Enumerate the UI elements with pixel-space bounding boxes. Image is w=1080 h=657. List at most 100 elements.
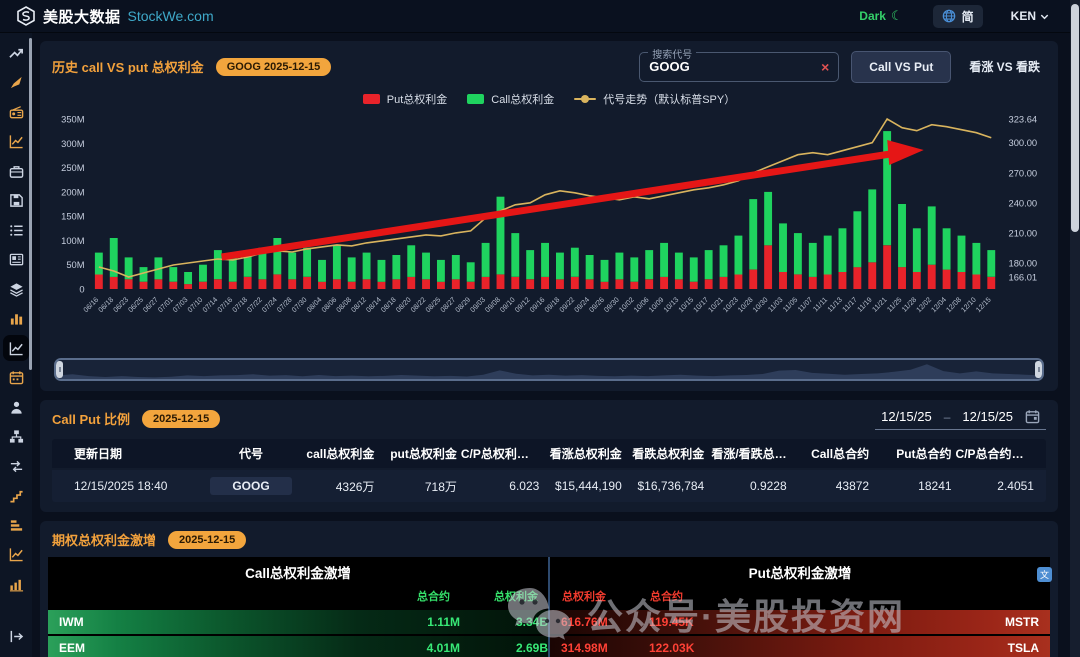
sidebar-item-sitemap[interactable] bbox=[3, 424, 29, 450]
ratio-table-row[interactable]: 12/15/2025 18:40 GOOG 4326万 718万 6.023 $15,44… bbox=[52, 470, 1046, 502]
sitemap-icon bbox=[9, 430, 23, 443]
surge-panel-title: 期权总权利金激增 bbox=[52, 533, 157, 548]
sidebar-item-bar-chart[interactable] bbox=[3, 306, 29, 332]
legend-item[interactable]: 代号走势（默认标普SPY） bbox=[574, 91, 735, 107]
svg-text:07/03: 07/03 bbox=[171, 296, 189, 314]
data-cell: 6.023 bbox=[509, 479, 540, 493]
stairs-icon bbox=[9, 490, 23, 503]
svg-text:12/08: 12/08 bbox=[945, 296, 963, 314]
put-surge-title: Put总权利金激增 bbox=[550, 557, 1050, 585]
svg-text:07/28: 07/28 bbox=[275, 296, 293, 314]
call-vs-put-button[interactable]: Call VS Put bbox=[851, 50, 952, 83]
svg-text:08/29: 08/29 bbox=[454, 296, 472, 314]
put-surge-row[interactable]: 616.76M 119.45K MSTR bbox=[550, 610, 1050, 634]
date-from-field[interactable]: 12/15/25 bbox=[881, 409, 932, 424]
svg-text:11/25: 11/25 bbox=[886, 296, 904, 314]
svg-text:11/17: 11/17 bbox=[841, 296, 859, 314]
svg-text:06/16: 06/16 bbox=[82, 296, 100, 314]
main-content: 历史 call VS put 总权利金 GOOG 2025-12-15 搜索代号… bbox=[32, 33, 1080, 657]
sidebar-item-save[interactable] bbox=[3, 188, 29, 214]
svg-text:11/05: 11/05 bbox=[782, 296, 800, 314]
chevron-down-icon bbox=[1040, 14, 1049, 19]
svg-text:180.00: 180.00 bbox=[1009, 257, 1038, 268]
svg-text:09/30: 09/30 bbox=[603, 296, 621, 314]
call-put-premium-chart[interactable]: 350M 300M 250M 200M 150M 100M 50M 0 323.64 300.00… bbox=[52, 107, 1046, 355]
user-menu[interactable]: KEN bbox=[1011, 9, 1050, 23]
call-surge-columns: 总合约 总权利金 bbox=[48, 585, 548, 608]
sidebar-collapse-button[interactable] bbox=[3, 624, 29, 650]
sidebar-item-stairs[interactable] bbox=[3, 483, 29, 509]
language-switcher[interactable]: 简 bbox=[932, 4, 983, 28]
call-column-header: 总权利金 bbox=[494, 591, 538, 603]
legend-item[interactable]: Put总权利金 bbox=[362, 91, 447, 107]
legend-item[interactable]: Call总权利金 bbox=[467, 91, 554, 107]
surge-date-badge: 2025-12-15 bbox=[168, 530, 247, 549]
total-contracts: 1.11M bbox=[427, 615, 460, 629]
column-header: put总权利金 bbox=[390, 447, 457, 461]
put-surge-row[interactable]: 314.98M 122.03K TSLA bbox=[550, 636, 1050, 657]
page-scrollbar[interactable] bbox=[1070, 0, 1080, 657]
svg-text:09/10: 09/10 bbox=[499, 296, 517, 314]
date-range-picker[interactable]: 12/15/25 – 12/15/25 bbox=[875, 407, 1046, 430]
collapse-icon bbox=[10, 630, 23, 643]
put-column-header: 总权利金 bbox=[562, 591, 606, 603]
sidebar-scrollbar[interactable] bbox=[29, 38, 32, 370]
sidebar-item-swap[interactable] bbox=[3, 453, 29, 479]
sidebar-item-columns[interactable] bbox=[3, 571, 29, 597]
sidebar-item-radio[interactable] bbox=[3, 99, 29, 125]
sidebar-item-line-chart[interactable] bbox=[3, 335, 29, 361]
site-link[interactable]: StockWe.com bbox=[128, 8, 214, 24]
brush-handle-left[interactable] bbox=[56, 361, 63, 378]
line-chart-icon bbox=[9, 548, 23, 562]
sidebar-item-line-chart[interactable] bbox=[3, 129, 29, 155]
sidebar-item-line-chart[interactable] bbox=[3, 542, 29, 568]
app-window: 美股大数据 StockWe.com Dark ☾ 简 KEN 历史 call VS… bbox=[0, 0, 1080, 657]
svg-text:150M: 150M bbox=[61, 211, 85, 222]
sidebar-item-layers[interactable] bbox=[3, 276, 29, 302]
calendar-icon[interactable] bbox=[1025, 409, 1040, 424]
sidebar-item-ranking[interactable] bbox=[3, 512, 29, 538]
ratio-table-header: 更新日期 代号 call总权利金 put总权利金 C/P总权利金比 看涨总权利金 看跌总权利… bbox=[52, 439, 1046, 468]
sidebar-item-briefcase[interactable] bbox=[3, 158, 29, 184]
sidebar-item-list[interactable] bbox=[3, 217, 29, 243]
person-icon bbox=[10, 401, 22, 414]
svg-text:08/25: 08/25 bbox=[424, 296, 442, 314]
rise-vs-fall-button[interactable]: 看涨 VS 看跌 bbox=[963, 50, 1046, 83]
column-header: 看跌总权利金 bbox=[632, 447, 705, 461]
call-surge-row[interactable]: IWM 1.11M 3.34B bbox=[48, 610, 548, 634]
brush-handle-right[interactable] bbox=[1035, 361, 1042, 378]
clear-search-icon[interactable]: × bbox=[821, 59, 829, 75]
svg-text:12/02: 12/02 bbox=[915, 296, 933, 314]
data-cell: 2.4051 bbox=[997, 479, 1034, 493]
svg-text:06/18: 06/18 bbox=[97, 296, 115, 314]
chart-brush-navigator[interactable] bbox=[54, 358, 1044, 381]
call-surge-row[interactable]: EEM 4.01M 2.69B bbox=[48, 636, 548, 657]
svg-text:07/22: 07/22 bbox=[246, 296, 264, 314]
moon-icon: ☾ bbox=[890, 8, 903, 23]
svg-text:12/10: 12/10 bbox=[960, 296, 978, 314]
symbol-cell: GOOG bbox=[210, 477, 296, 495]
sidebar-item-news[interactable] bbox=[3, 247, 29, 273]
data-cell: 0.9228 bbox=[749, 479, 787, 493]
layers-icon bbox=[9, 282, 23, 297]
symbol-search-field[interactable]: 搜索代号 × bbox=[639, 45, 840, 82]
total-premium: 2.69B bbox=[515, 641, 548, 655]
svg-text:240.00: 240.00 bbox=[1009, 197, 1038, 208]
svg-text:10/13: 10/13 bbox=[662, 296, 680, 314]
dark-mode-toggle[interactable]: Dark ☾ bbox=[859, 8, 902, 24]
sidebar-item-trend-up[interactable] bbox=[3, 40, 29, 66]
date-to-field[interactable]: 12/15/25 bbox=[962, 409, 1013, 424]
news-icon bbox=[9, 253, 23, 266]
scrollbar-thumb[interactable] bbox=[1071, 4, 1079, 232]
translate-extension-icon[interactable]: 文 bbox=[1037, 567, 1052, 582]
legend-color-chip bbox=[467, 94, 485, 104]
sidebar-item-person[interactable] bbox=[3, 394, 29, 420]
sidebar-item-rocket[interactable] bbox=[3, 70, 29, 96]
search-input[interactable] bbox=[649, 59, 822, 74]
sidebar-item-calendar[interactable] bbox=[3, 365, 29, 391]
put-surge-columns: 总权利金 总合约 bbox=[550, 585, 1050, 608]
list-icon bbox=[9, 224, 23, 236]
svg-text:08/18: 08/18 bbox=[380, 296, 398, 314]
svg-text:10/09: 10/09 bbox=[647, 296, 665, 314]
ratio-date-badge: 2025-12-15 bbox=[142, 409, 221, 428]
